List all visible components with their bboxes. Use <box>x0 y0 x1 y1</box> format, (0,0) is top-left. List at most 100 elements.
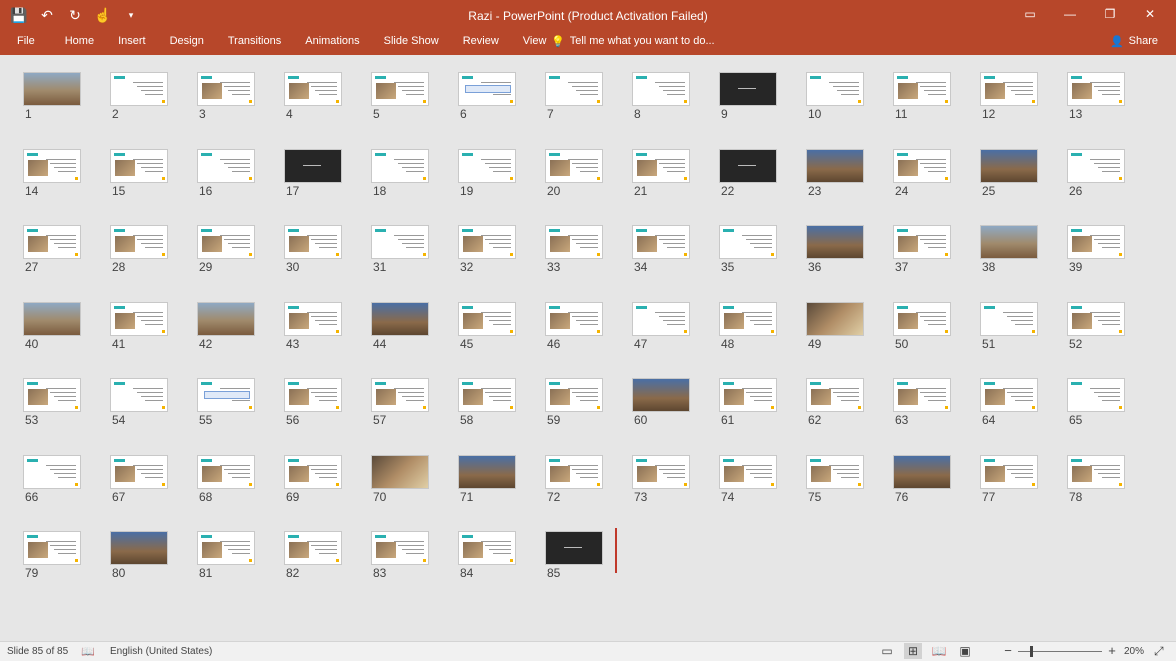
slide-thumbnail[interactable]: 35 <box>719 225 777 274</box>
slide-thumbnail[interactable]: 45 <box>458 302 516 351</box>
slide-thumbnail[interactable]: 78 <box>1067 455 1125 504</box>
slide-thumbnail[interactable]: 57 <box>371 378 429 427</box>
slide-thumbnail[interactable]: 28 <box>110 225 168 274</box>
slide-thumbnail[interactable]: 10 <box>806 72 864 121</box>
slide-thumbnail[interactable]: 48 <box>719 302 777 351</box>
slide-thumbnail[interactable]: 44 <box>371 302 429 351</box>
fit-to-window-icon[interactable]: ⤢ <box>1154 644 1164 659</box>
slide-thumbnail[interactable]: 81 <box>197 531 255 580</box>
share-button[interactable]: 👤 Share <box>1110 30 1158 52</box>
slide-thumbnail[interactable]: 13 <box>1067 72 1125 121</box>
tab-design[interactable]: Design <box>158 30 216 52</box>
slide-thumbnail[interactable]: 15 <box>110 149 168 198</box>
slide-thumbnail[interactable]: 49 <box>806 302 864 351</box>
slide-thumbnail[interactable]: 53 <box>23 378 81 427</box>
slide-thumbnail[interactable]: 4 <box>284 72 342 121</box>
tab-file[interactable]: File <box>0 30 53 52</box>
slide-thumbnail[interactable]: 82 <box>284 531 342 580</box>
slide-thumbnail[interactable]: 71 <box>458 455 516 504</box>
restore-button[interactable]: ❐ <box>1090 4 1130 24</box>
slide-thumbnail[interactable]: 36 <box>806 225 864 274</box>
zoom-percent[interactable]: 20% <box>1124 646 1144 657</box>
zoom-in-button[interactable]: + <box>1106 644 1118 658</box>
tab-transitions[interactable]: Transitions <box>216 30 293 52</box>
slide-thumbnail[interactable]: 27 <box>23 225 81 274</box>
slide-sorter[interactable]: 1 2 3 4 5 6 7 8 9 10 11 12 13 14 15 16 17 18 19 20 21 22 23 24 2… <box>0 55 1176 641</box>
slide-thumbnail[interactable]: 75 <box>806 455 864 504</box>
slide-thumbnail[interactable]: 25 <box>980 149 1038 198</box>
slide-thumbnail[interactable]: 2 <box>110 72 168 121</box>
slide-thumbnail[interactable]: 37 <box>893 225 951 274</box>
slide-thumbnail[interactable]: 30 <box>284 225 342 274</box>
slide-thumbnail[interactable]: 18 <box>371 149 429 198</box>
slide-thumbnail[interactable]: 3 <box>197 72 255 121</box>
slide-thumbnail[interactable]: 39 <box>1067 225 1125 274</box>
slide-thumbnail[interactable]: 74 <box>719 455 777 504</box>
tab-slide-show[interactable]: Slide Show <box>372 30 451 52</box>
slide-thumbnail[interactable]: 38 <box>980 225 1038 274</box>
slide-thumbnail[interactable]: 79 <box>23 531 81 580</box>
slide-thumbnail[interactable]: 61 <box>719 378 777 427</box>
slide-thumbnail[interactable]: 55 <box>197 378 255 427</box>
spell-check-icon[interactable]: 📖 <box>81 645 95 658</box>
slide-thumbnail[interactable]: 29 <box>197 225 255 274</box>
slide-thumbnail[interactable]: 6 <box>458 72 516 121</box>
slide-thumbnail[interactable]: 72 <box>545 455 603 504</box>
slide-thumbnail[interactable]: 54 <box>110 378 168 427</box>
slide-thumbnail[interactable]: 56 <box>284 378 342 427</box>
ribbon-display-options-button[interactable]: ▭ <box>1010 4 1050 24</box>
slide-thumbnail[interactable]: 19 <box>458 149 516 198</box>
slide-thumbnail[interactable]: 69 <box>284 455 342 504</box>
slide-thumbnail[interactable]: 65 <box>1067 378 1125 427</box>
slide-thumbnail[interactable]: 83 <box>371 531 429 580</box>
slide-thumbnail[interactable]: 46 <box>545 302 603 351</box>
slide-thumbnail[interactable]: 58 <box>458 378 516 427</box>
slide-thumbnail[interactable]: 51 <box>980 302 1038 351</box>
slide-thumbnail[interactable]: 5 <box>371 72 429 121</box>
slide-thumbnail[interactable]: 64 <box>980 378 1038 427</box>
tab-insert[interactable]: Insert <box>106 30 158 52</box>
slide-thumbnail[interactable]: 17 <box>284 149 342 198</box>
slide-thumbnail[interactable]: 52 <box>1067 302 1125 351</box>
slide-thumbnail[interactable]: 20 <box>545 149 603 198</box>
slide-thumbnail[interactable]: 1 <box>23 72 81 121</box>
slide-thumbnail[interactable]: 59 <box>545 378 603 427</box>
slide-thumbnail[interactable]: 41 <box>110 302 168 351</box>
slide-thumbnail[interactable]: 31 <box>371 225 429 274</box>
slide-thumbnail[interactable]: 21 <box>632 149 690 198</box>
slide-thumbnail[interactable]: 11 <box>893 72 951 121</box>
tab-home[interactable]: Home <box>53 30 106 52</box>
slide-thumbnail[interactable]: 60 <box>632 378 690 427</box>
normal-view-icon[interactable]: ▭ <box>878 643 896 659</box>
tab-animations[interactable]: Animations <box>293 30 371 52</box>
reading-view-icon[interactable]: 📖 <box>930 643 948 659</box>
slide-thumbnail[interactable]: 77 <box>980 455 1038 504</box>
tab-review[interactable]: Review <box>451 30 511 52</box>
tell-me-search[interactable]: 💡 Tell me what you want to do... <box>551 30 715 52</box>
slide-thumbnail[interactable]: 68 <box>197 455 255 504</box>
slide-thumbnail[interactable]: 33 <box>545 225 603 274</box>
slide-thumbnail[interactable]: 22 <box>719 149 777 198</box>
slide-thumbnail[interactable]: 26 <box>1067 149 1125 198</box>
slide-thumbnail[interactable]: 23 <box>806 149 864 198</box>
zoom-slider[interactable] <box>1018 645 1102 657</box>
slide-thumbnail[interactable]: 16 <box>197 149 255 198</box>
zoom-slider-thumb[interactable] <box>1030 645 1033 657</box>
slide-thumbnail[interactable]: 24 <box>893 149 951 198</box>
slide-thumbnail[interactable]: 63 <box>893 378 951 427</box>
slide-thumbnail[interactable]: 73 <box>632 455 690 504</box>
slide-thumbnail[interactable]: 14 <box>23 149 81 198</box>
minimize-button[interactable]: — <box>1050 4 1090 24</box>
slide-thumbnail[interactable]: 80 <box>110 531 168 580</box>
slide-thumbnail[interactable]: 76 <box>893 455 951 504</box>
slide-thumbnail[interactable]: 50 <box>893 302 951 351</box>
close-button[interactable]: ✕ <box>1130 4 1170 24</box>
slide-thumbnail[interactable]: 12 <box>980 72 1038 121</box>
slide-thumbnail[interactable]: 84 <box>458 531 516 580</box>
language-indicator[interactable]: English (United States) <box>110 646 212 657</box>
slide-thumbnail[interactable]: 9 <box>719 72 777 121</box>
slide-sorter-view-icon[interactable]: ⊞ <box>904 643 922 659</box>
slide-show-view-icon[interactable]: ▣ <box>956 643 974 659</box>
slide-thumbnail[interactable]: 70 <box>371 455 429 504</box>
slide-thumbnail[interactable]: 7 <box>545 72 603 121</box>
